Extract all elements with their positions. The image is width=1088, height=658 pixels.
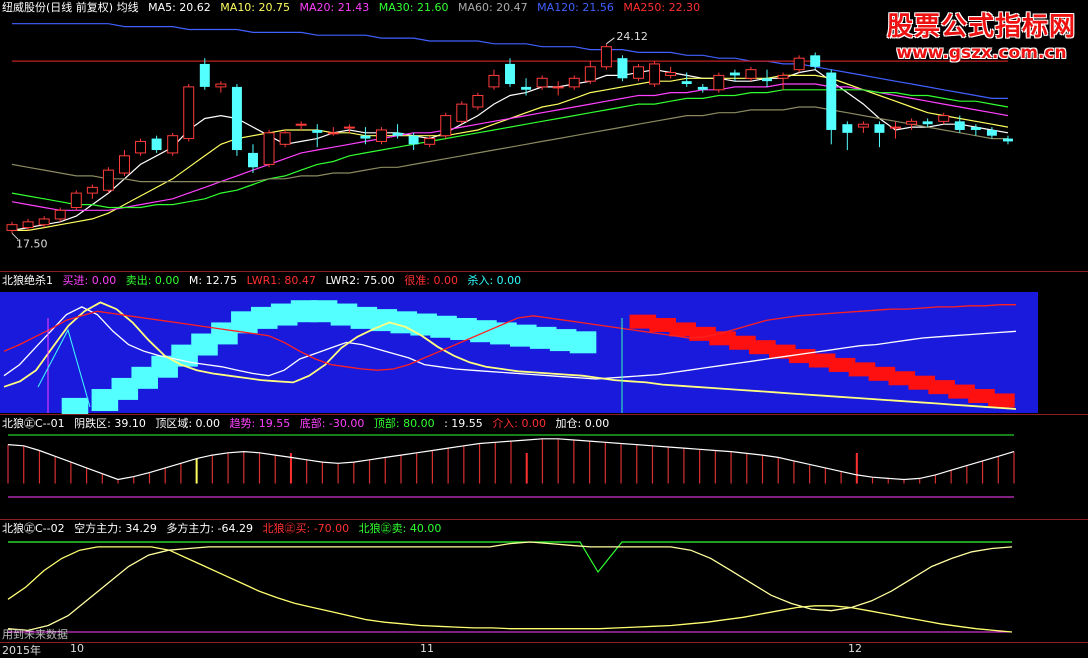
candle-body	[135, 140, 147, 154]
sell-level-line	[8, 541, 1012, 574]
candle-body	[729, 72, 740, 76]
candle-body	[343, 126, 355, 129]
candle-body	[279, 132, 291, 145]
candle-body	[1002, 138, 1013, 142]
candle-body	[665, 72, 677, 76]
candle-body	[102, 169, 114, 191]
x-axis-nov: 11	[420, 642, 434, 655]
future-data-note: 用到未来数据	[2, 628, 68, 641]
watermark: 股票公式指标网 www.gszx.com.cn	[887, 6, 1076, 63]
candle-body	[248, 152, 258, 168]
indicator-2-chart[interactable]	[0, 415, 1088, 519]
candle-body	[842, 124, 853, 133]
main-kline-pane: 纽威股份(日线 前复权) 均线 MA5: 20.62 MA10: 20.75 M…	[0, 0, 1088, 270]
candle-body	[762, 78, 772, 82]
candle-body	[600, 46, 612, 68]
candle-body	[954, 121, 965, 130]
candle-body	[408, 135, 419, 145]
red-signal-block	[988, 393, 1015, 408]
indicator-pane-2: 北狼㊣C--01 阴跌区: 39.10 顶区域: 0.00 趋势: 19.55 …	[0, 415, 1088, 519]
ma-line-ma5	[11, 69, 1009, 231]
candle-body	[199, 63, 210, 87]
candle-body	[360, 135, 371, 139]
candle-body	[263, 132, 275, 165]
candle-body	[167, 135, 179, 154]
candle-body	[22, 221, 34, 229]
candle-body	[6, 224, 18, 231]
candle-body	[118, 155, 130, 174]
candle-body	[424, 138, 436, 145]
indicator-pane-3: 北狼㊣C--02 空方主力: 34.29 多方主力: -64.29 北狼㊣买: …	[0, 520, 1088, 642]
candle-body	[521, 86, 532, 90]
high-price-label: 24.12	[616, 30, 648, 43]
candle-body	[215, 83, 227, 88]
x-axis-oct: 10	[70, 642, 84, 655]
candle-body	[70, 192, 82, 208]
candle-body	[151, 138, 162, 151]
candle-body	[793, 57, 805, 71]
candle-body	[922, 121, 933, 125]
low-price-label: 17.50	[16, 237, 48, 250]
candle-body	[505, 63, 515, 85]
candle-body	[681, 81, 692, 85]
candle-body	[906, 120, 918, 125]
candle-body	[568, 77, 580, 88]
candle-body	[745, 69, 757, 79]
candle-body	[488, 74, 500, 88]
candle-body	[777, 74, 789, 79]
candle-body	[857, 123, 869, 128]
candle-body	[86, 186, 98, 194]
watermark-title: 股票公式指标网	[886, 12, 1076, 42]
candle-body	[456, 103, 468, 122]
candle-body	[986, 129, 997, 136]
candle-body	[183, 86, 195, 140]
candle-body	[295, 123, 307, 126]
indicator-3-chart[interactable]	[0, 520, 1088, 642]
main-force-line	[7, 546, 1013, 633]
candle-body	[38, 218, 50, 226]
candle-body	[472, 95, 484, 108]
candle-body	[874, 124, 885, 133]
candle-body	[54, 209, 66, 220]
candle-body	[633, 66, 644, 79]
candle-body	[376, 129, 387, 142]
candle-body	[584, 66, 596, 82]
indicator-pane-1: 北狼绝杀1 买进: 0.00 卖出: 0.00 M: 12.75 LWR1: 8…	[0, 272, 1088, 414]
candle-body	[970, 127, 981, 130]
candle-body	[697, 86, 708, 90]
cyan-signal-block	[61, 397, 89, 414]
candle-body	[536, 77, 548, 88]
watermark-url: www.gszx.com.cn	[896, 43, 1067, 63]
candle-body	[713, 74, 725, 91]
high-marker	[606, 37, 615, 45]
candle-body	[826, 72, 837, 130]
x-axis-line	[0, 642, 1088, 643]
candle-body	[649, 63, 661, 85]
candle-body	[392, 132, 403, 136]
candle-body	[231, 86, 242, 151]
x-axis-dec: 12	[848, 642, 862, 655]
indicator-1-chart[interactable]	[0, 272, 1088, 414]
candle-body	[440, 115, 452, 137]
candle-body	[552, 86, 564, 89]
candle-body	[810, 55, 821, 67]
candle-body	[327, 132, 339, 135]
candle-body	[938, 115, 950, 122]
candle-body	[617, 58, 628, 79]
candle-body	[312, 129, 323, 133]
main-force-line	[7, 541, 1013, 632]
cyan-signal-block	[569, 331, 597, 354]
candle-body	[890, 126, 902, 129]
